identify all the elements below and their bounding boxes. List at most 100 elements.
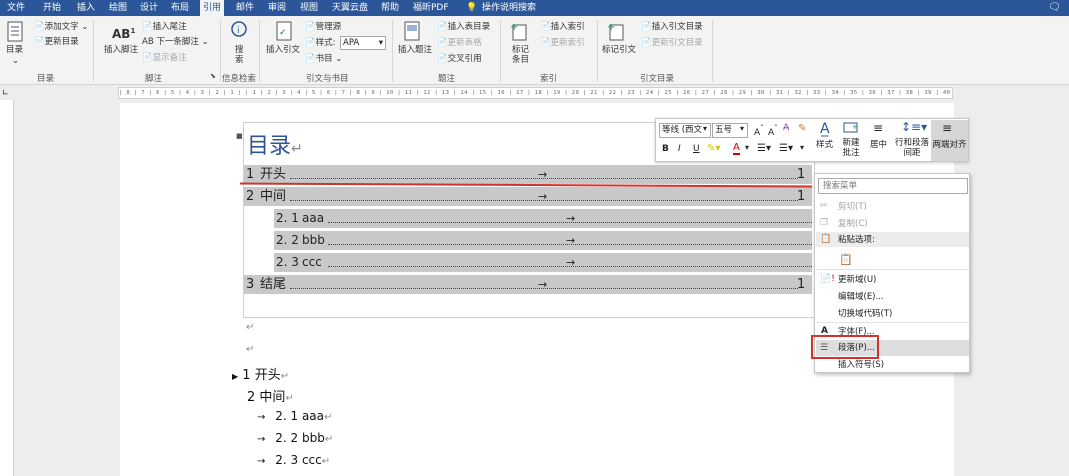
update-table-icon: 📄 [437,38,448,48]
add-text-button[interactable]: 📄添加文字 ⌄ [34,22,88,33]
collapse-triangle-icon[interactable]: ▶ [232,372,238,381]
tab-view[interactable]: 视图 [300,0,318,16]
bibliography-button[interactable]: 📄书目 ⌄ [305,54,342,65]
toc-line[interactable]: 2. 2 bbb → [274,231,812,250]
paste-keep-text-icon[interactable]: 📋 [839,253,853,266]
heading-2[interactable]: 2 中间↵ [247,386,294,405]
mark-entry-button[interactable]: 标记条目 [512,45,530,65]
group-separator [220,20,221,82]
search-menu-input[interactable]: 搜索菜单 [818,178,968,194]
next-footnote-icon: AB [142,37,154,47]
tab-home[interactable]: 开始 [43,0,61,16]
chevron-down-icon[interactable]: ▾ [800,143,804,152]
format-painter-icon[interactable]: ✎ [798,123,806,134]
update-icon: 📄 [34,37,45,47]
tab-help[interactable]: 帮助 [381,0,399,16]
chevron-down-icon[interactable]: ▾ [745,143,749,152]
show-notes-button: 📄显示备注 [142,53,187,63]
tab-draw[interactable]: 绘图 [109,0,127,16]
menu-item-edit-field[interactable]: 编辑域(E)... [838,292,884,303]
insert-citation-button[interactable]: 插入引文 [266,45,300,56]
toc-line[interactable]: 3 结尾 → 1 [244,275,812,294]
bibliography-icon: 📄 [305,54,316,64]
insert-index-button[interactable]: 📄插入索引 [540,22,585,33]
line-spacing-button[interactable]: 行和段落间距 [893,138,931,158]
tab-references[interactable]: 引用 [200,0,225,16]
new-comment-button[interactable]: 新建批注 [842,138,860,158]
add-text-icon: 📄 [34,22,45,32]
toc-title: 目录↵ [247,134,303,159]
cut-icon: ✂ [820,201,828,211]
update-table-button: 📄更新表格 [437,38,482,48]
insert-footnote-button[interactable]: 插入脚注 [104,45,138,56]
insert-table-of-figures-button[interactable]: 📄插入表目录 [437,22,490,33]
dialog-launcher-icon[interactable]: ⬊ [210,72,216,80]
center-button[interactable]: 居中 [870,140,887,150]
line-spacing-icon: ↕≡▾ [901,120,928,134]
font-color-icon[interactable]: A [733,143,740,155]
comments-icon[interactable]: 🗨 [1048,0,1061,16]
toc-line[interactable]: 2 中间 → 1 [244,187,812,206]
tab-design[interactable]: 设计 [140,0,158,16]
bullets-icon[interactable]: ☰▾ [757,143,771,154]
vertical-ruler[interactable] [0,100,14,476]
subheading[interactable]: → 2. 2 bbb↵ [257,431,333,445]
new-comment-icon: + [843,122,858,133]
ribbon-tab-bar: 文件 开始 插入 绘图 设计 布局 引用 邮件 审阅 视图 天翼云盘 帮助 福昕… [0,0,1069,16]
bold-icon[interactable]: B [662,144,669,154]
insert-caption-button[interactable]: 插入题注 [398,45,432,56]
style-icon: 📄 [305,38,316,48]
shrink-font-icon[interactable]: Aˇ [768,124,778,138]
update-table-of-authorities-button: 📄更新引文目录 [641,38,703,48]
cross-reference-button[interactable]: 📄交叉引用 [437,54,482,65]
toc-line[interactable]: 1 开头 → 1 [244,165,812,184]
group-separator [597,20,598,82]
grow-font-icon[interactable]: Aˆ [754,124,764,138]
update-index-button: 📄更新索引 [540,38,585,48]
paste-options-label: 粘贴选项: [838,235,875,245]
justify-button[interactable]: ≡ 两端对齐 [931,120,968,161]
insert-endnote-button[interactable]: 📄插入尾注 [142,22,187,33]
clear-format-icon[interactable]: A̶ [783,123,789,133]
tab-selector-icon[interactable]: ∟ [2,88,9,97]
next-footnote-button[interactable]: AB 下一条脚注 ⌄ [142,37,209,48]
horizontal-ruler[interactable]: ∟ | 8 | 7 | 6 | 5 | 4 | 3 | 2 | 1 | | 1 … [0,86,1069,100]
heading-1[interactable]: ▶ 1 开头↵ [232,364,289,383]
italic-icon[interactable]: I [678,144,681,154]
justify-icon: ≡ [942,121,953,135]
subheading[interactable]: → 2. 3 ccc↵ [257,453,330,467]
paste-icon: 📋 [820,234,832,244]
subheading[interactable]: → 2. 1 aaa↵ [257,409,332,423]
chevron-down-icon[interactable]: ▾ [740,124,744,133]
tell-me-search[interactable]: 操作说明搜索 [482,0,536,16]
group-separator [392,20,393,82]
highlight-icon[interactable]: ✎▾ [707,143,720,154]
search-button[interactable]: 搜索 [235,45,245,65]
chevron-down-icon[interactable]: ⌄ [12,56,19,67]
underline-icon[interactable]: U [693,144,700,154]
insert-table-of-authorities-button[interactable]: 📄插入引文目录 [641,22,703,33]
manage-sources-button[interactable]: 📄管理源 [305,22,341,33]
toc-line[interactable]: 2. 1 aaa → [274,209,812,228]
tab-foxit-pdf[interactable]: 福昕PDF [413,0,449,16]
mark-citation-button[interactable]: 标记引文 [602,45,636,56]
menu-item-toggle-field-codes[interactable]: 切换域代码(T) [838,309,892,320]
endnote-icon: 📄 [142,22,153,32]
toc-button[interactable]: 目录 [6,45,23,56]
group-separator [500,20,501,82]
styles-button[interactable]: 样式 [816,140,833,150]
menu-item-insert-symbol[interactable]: 插入符号(S) [838,360,884,371]
field-handle-icon[interactable]: ■ [236,132,243,140]
tab-layout[interactable]: 布局 [171,0,189,16]
tab-review[interactable]: 审阅 [268,0,286,16]
tab-file[interactable]: 文件 [7,0,25,16]
tab-mailings[interactable]: 邮件 [236,0,254,16]
numbering-icon[interactable]: ☰▾ [779,143,793,154]
tab-tianyi-cloud[interactable]: 天翼云盘 [332,0,368,16]
update-toc-button[interactable]: 📄更新目录 [34,37,79,48]
menu-item-update-field[interactable]: 更新域(U) [838,275,876,286]
tab-insert[interactable]: 插入 [77,0,95,16]
citation-style-select[interactable]: APA ▾ [340,36,386,50]
toc-line[interactable]: 2. 3 ccc → [274,253,812,272]
chevron-down-icon[interactable]: ▾ [703,124,707,133]
